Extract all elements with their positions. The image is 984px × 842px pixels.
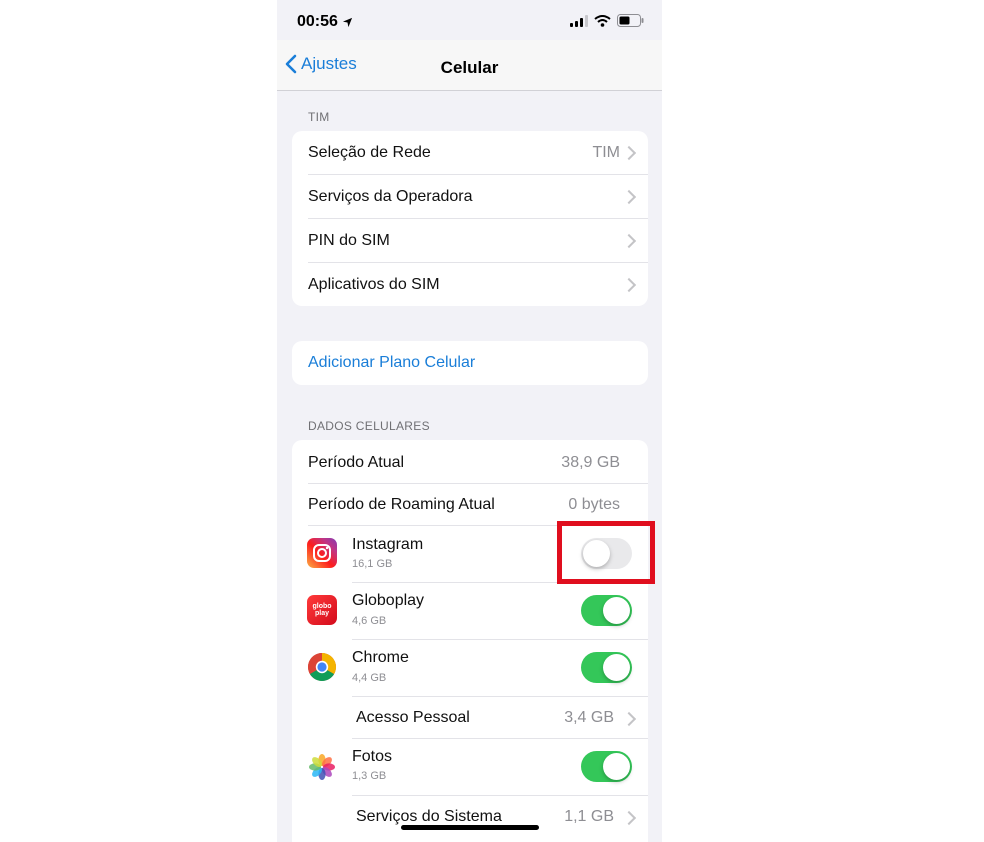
row-label: Período Atual <box>308 454 405 471</box>
signal-icon <box>570 14 588 27</box>
instagram-icon <box>307 538 337 568</box>
section-header-carrier: TIM <box>308 110 330 124</box>
home-indicator[interactable] <box>401 825 539 830</box>
navigation-bar: Ajustes Celular <box>277 40 662 91</box>
app-data-usage: 4,6 GB <box>352 615 387 627</box>
carrier-services-row[interactable]: Serviços da Operadora <box>292 175 648 219</box>
chrome-cellular-toggle[interactable] <box>581 652 632 683</box>
app-data-usage: 16,1 GB <box>352 558 393 570</box>
row-value: TIM <box>592 144 620 161</box>
sim-pin-row[interactable]: PIN do SIM <box>292 219 648 263</box>
app-row-photos: Fotos 1,3 GB <box>292 739 648 795</box>
system-services-row[interactable]: Serviços do Sistema 1,1 GB <box>292 796 648 840</box>
globoplay-cellular-toggle[interactable] <box>581 595 632 626</box>
row-label: Seleção de Rede <box>308 144 431 161</box>
roaming-period-row: Período de Roaming Atual 0 bytes <box>292 484 648 525</box>
chevron-right-icon <box>621 277 637 293</box>
photos-cellular-toggle[interactable] <box>581 751 632 782</box>
chevron-right-icon <box>621 711 637 727</box>
chevron-right-icon <box>621 233 637 249</box>
app-name: Instagram <box>352 536 424 553</box>
location-arrow-icon <box>342 17 353 27</box>
app-name: Chrome <box>352 649 409 666</box>
toggle-knob <box>603 597 630 624</box>
status-time-text: 00:56 <box>297 13 338 30</box>
globoplay-icon-text: globo play <box>312 603 332 617</box>
battery-icon <box>617 14 644 27</box>
row-value: 0 bytes <box>568 496 620 513</box>
app-data-usage: 1,3 GB <box>352 770 387 782</box>
highlight-box <box>557 521 655 584</box>
globoplay-icon: globo play <box>307 595 337 625</box>
row-value: 38,9 GB <box>561 454 620 471</box>
app-name: Globoplay <box>352 592 425 609</box>
row-label: Serviços da Operadora <box>308 188 473 205</box>
row-label: Aplicativos do SIM <box>308 276 440 293</box>
section-header-cellular-data: DADOS CELULARES <box>308 419 430 433</box>
app-name: Fotos <box>352 748 393 765</box>
row-label: Período de Roaming Atual <box>308 496 495 513</box>
row-value: 1,1 GB <box>564 808 614 825</box>
carrier-group: Seleção de Rede TIM Serviços da Operador… <box>292 131 648 306</box>
app-data-usage: 4,4 GB <box>352 672 387 684</box>
cellular-data-group: Período Atual 38,9 GB Período de Roaming… <box>292 440 648 842</box>
status-bar: 00:56 <box>277 0 662 40</box>
photos-icon <box>307 752 337 782</box>
status-icons <box>570 14 644 27</box>
row-value: 3,4 GB <box>564 709 614 726</box>
page-title: Celular <box>440 58 499 77</box>
chevron-right-icon <box>621 810 637 826</box>
app-row-chrome: Chrome 4,4 GB <box>292 640 648 696</box>
add-cellular-plan-button[interactable]: Adicionar Plano Celular <box>292 341 648 385</box>
chevron-right-icon <box>621 189 637 205</box>
chrome-icon <box>307 652 337 682</box>
current-period-row: Período Atual 38,9 GB <box>292 440 648 483</box>
network-selection-row[interactable]: Seleção de Rede TIM <box>292 131 648 175</box>
add-plan-group: Adicionar Plano Celular <box>292 341 648 385</box>
app-row-globoplay: globo play Globoplay 4,6 GB <box>292 583 648 639</box>
phone-screen: 00:56 Ajustes Celular TIM Seleção de Red… <box>277 0 662 842</box>
row-label: Serviços do Sistema <box>356 808 502 825</box>
toggle-knob <box>603 654 630 681</box>
add-plan-label: Adicionar Plano Celular <box>308 354 476 371</box>
row-label: PIN do SIM <box>308 232 390 249</box>
sim-apps-row[interactable]: Aplicativos do SIM <box>292 263 648 306</box>
status-time: 00:56 <box>297 13 353 31</box>
wifi-icon <box>594 14 611 27</box>
toggle-knob <box>603 753 630 780</box>
chevron-right-icon <box>621 145 637 161</box>
row-label: Acesso Pessoal <box>356 709 470 726</box>
personal-hotspot-row[interactable]: Acesso Pessoal 3,4 GB <box>292 697 648 738</box>
